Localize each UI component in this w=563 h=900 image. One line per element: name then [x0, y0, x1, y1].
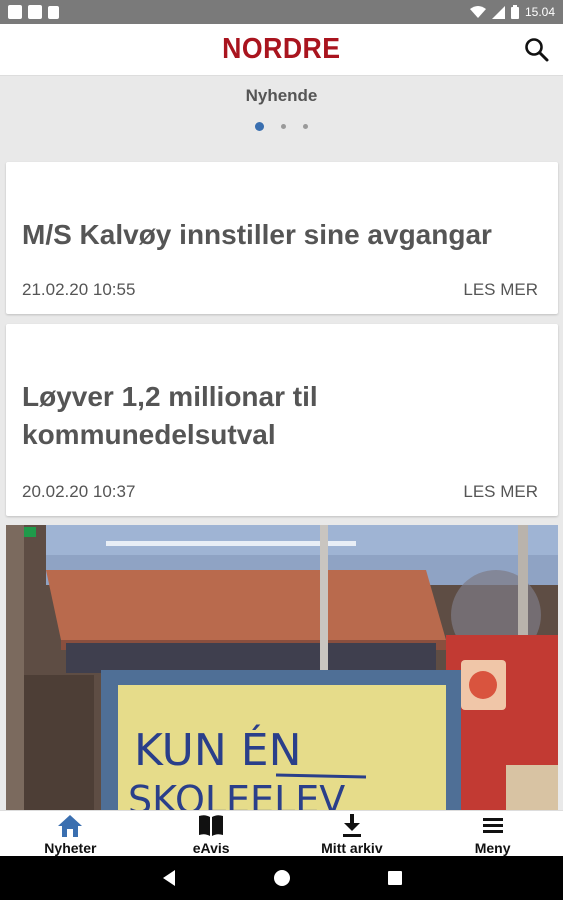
- article-title: M/S Kalvøy innstiller sine avgangar: [22, 219, 492, 250]
- nav-item-eavis[interactable]: eAvis: [141, 811, 282, 856]
- notification-square-icon: [8, 5, 22, 19]
- sign-text: SKOLEELEV: [128, 778, 345, 810]
- article-date: 20.02.20 10:37: [22, 482, 136, 501]
- wifi-icon: [469, 5, 486, 18]
- nav-label: Mitt arkiv: [321, 840, 383, 856]
- read-more-link[interactable]: LES MER: [463, 280, 538, 300]
- article-photo: KUN ÉN SKOLEELEV: [6, 525, 558, 810]
- sign-text: KUN ÉN: [134, 723, 302, 776]
- section-title: Nyhende: [245, 86, 318, 105]
- nav-label: Nyheter: [44, 840, 97, 856]
- article-card[interactable]: Løyver 1,2 millionar til kommunedelsutva…: [6, 324, 558, 516]
- app-bar: NORDRE: [0, 24, 563, 76]
- article-card[interactable]: M/S Kalvøy innstiller sine avgangar 21.0…: [6, 162, 558, 314]
- pager-dot[interactable]: [303, 124, 308, 129]
- article-title: Løyver 1,2 millionar til kommunedelsutva…: [22, 381, 318, 450]
- nav-label: eAvis: [192, 840, 230, 856]
- download-icon: [342, 814, 361, 837]
- status-bar: 15.04: [0, 0, 563, 24]
- home-icon: [58, 815, 83, 837]
- signal-icon: [491, 5, 505, 19]
- pager-dot-active[interactable]: [255, 122, 264, 131]
- notification-icons: [8, 5, 59, 19]
- recents-icon[interactable]: [387, 870, 403, 886]
- pager-dots: [0, 122, 563, 131]
- nav-item-nyheter[interactable]: Nyheter: [0, 811, 141, 856]
- sd-card-icon: [48, 5, 59, 19]
- system-navigation-bar: [0, 856, 563, 900]
- status-indicators: 15.04: [469, 5, 555, 19]
- article-photo-card[interactable]: KUN ÉN SKOLEELEV: [6, 525, 558, 810]
- battery-icon: [510, 5, 519, 19]
- notification-square-icon: [28, 5, 42, 19]
- menu-icon: [482, 818, 503, 833]
- nav-item-mitt-arkiv[interactable]: Mitt arkiv: [282, 811, 423, 856]
- bottom-navigation: Nyheter eAvis Mitt arkiv Meny: [0, 810, 563, 856]
- home-circle-icon[interactable]: [273, 869, 291, 887]
- search-button[interactable]: [523, 36, 551, 64]
- nav-item-meny[interactable]: Meny: [422, 811, 563, 856]
- search-icon: [525, 38, 549, 62]
- back-icon[interactable]: [161, 869, 177, 887]
- nav-label: Meny: [474, 840, 511, 856]
- brand-logo[interactable]: NORDRE: [222, 33, 340, 66]
- clock: 15.04: [524, 5, 555, 19]
- book-icon: [199, 815, 224, 836]
- read-more-link[interactable]: LES MER: [463, 482, 538, 502]
- article-date: 21.02.20 10:55: [22, 280, 136, 299]
- pager-dot[interactable]: [281, 124, 286, 129]
